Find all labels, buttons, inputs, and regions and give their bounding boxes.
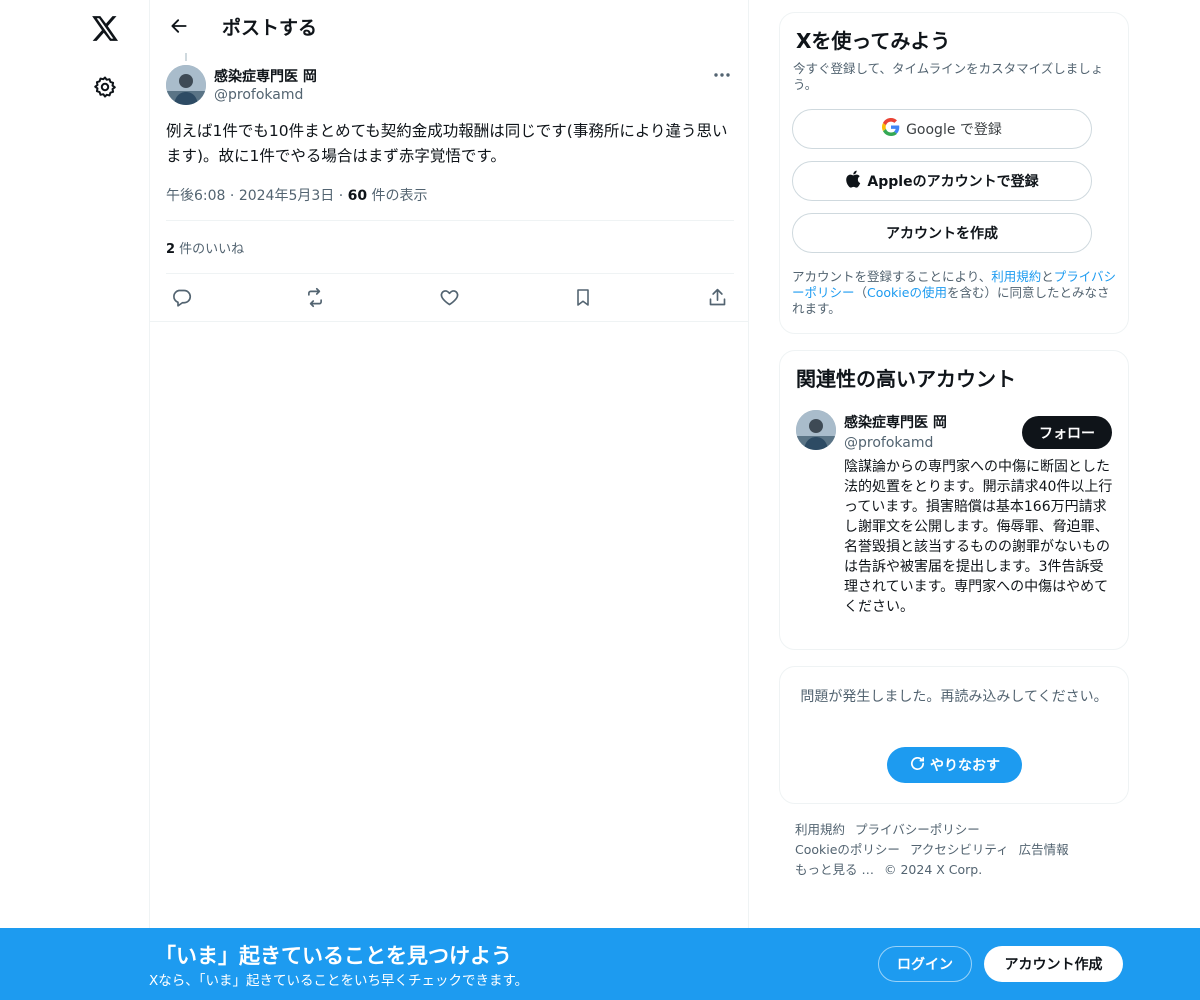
signup-button[interactable]: アカウント作成 xyxy=(984,946,1123,982)
footer-link[interactable]: Cookieのポリシー xyxy=(795,842,900,857)
avatar[interactable] xyxy=(166,65,206,105)
like-suffix: 件のいいね xyxy=(175,242,245,257)
reply-icon[interactable] xyxy=(168,284,194,310)
meta-separator: · xyxy=(338,188,348,204)
post-meta: 午後6:08 · 2024年5月3日 · 60 件の表示 xyxy=(166,185,428,205)
related-account-handle[interactable]: @profokamd xyxy=(844,435,933,451)
legal-and: と xyxy=(1041,269,1054,284)
login-button[interactable]: ログイン xyxy=(878,946,972,982)
signup-card: Xを使ってみよう 今すぐ登録して、タイムラインをカスタマイズしましょう。 Goo… xyxy=(779,12,1129,334)
bottom-signup-bar: 「いま」起きていることを見つけよう Xなら、「いま」起きていることをいち早くチェ… xyxy=(0,928,1200,1000)
signup-subtitle: 今すぐ登録して、タイムラインをカスタマイズしましょう。 xyxy=(793,61,1104,92)
author-name[interactable]: 感染症専門医 岡 xyxy=(214,66,317,86)
post-time[interactable]: 午後6:08 xyxy=(166,188,225,204)
view-count: 60 xyxy=(347,188,368,204)
post-date[interactable]: 2024年5月3日 xyxy=(239,188,334,204)
copyright: © 2024 X Corp. xyxy=(883,862,983,877)
footer-link[interactable]: もっと見る … xyxy=(795,862,874,877)
footer-link[interactable]: 広告情報 xyxy=(1019,842,1069,857)
legal-notice: アカウントを登録することにより、利用規約とプライバシーポリシー（Cookieの使… xyxy=(792,269,1120,317)
footer-links: 利用規約 プライバシーポリシー Cookieのポリシー アクセシビリティ 広告情報 も… xyxy=(795,820,1125,880)
share-icon[interactable] xyxy=(704,284,730,310)
error-card: 問題が発生しました。再読み込みしてください。 やりなおす xyxy=(779,666,1129,804)
footer-link[interactable]: 利用規約 xyxy=(795,822,845,837)
post-text: 例えば1件でも10件まとめても契約金成功報酬は同じです(事務所により違う思います… xyxy=(166,122,728,165)
apple-icon xyxy=(845,170,861,192)
footer-link[interactable]: プライバシーポリシー xyxy=(855,822,980,837)
divider xyxy=(166,220,734,221)
create-account-label: アカウントを作成 xyxy=(886,226,998,242)
likes-row[interactable]: 2 件のいいね xyxy=(166,238,244,257)
bar-subtitle: Xなら、「いま」起きていることをいち早くチェックできます。 xyxy=(149,973,529,989)
signup-title: Xを使ってみよう xyxy=(796,29,951,53)
bookmark-icon[interactable] xyxy=(570,284,596,310)
cookie-link[interactable]: Cookieの使用 xyxy=(867,285,947,300)
google-icon xyxy=(882,118,900,140)
arrow-left-icon[interactable] xyxy=(162,9,196,43)
apple-signup-button[interactable]: Appleのアカウントで登録 xyxy=(792,161,1092,201)
related-account-bio: 陰謀論からの専門家への中傷に断固とした法的処置をとります。開示請求40件以上行っ… xyxy=(844,459,1113,615)
more-options-icon[interactable] xyxy=(708,64,736,86)
follow-button[interactable]: フォロー xyxy=(1022,416,1112,449)
related-accounts-card: 関連性の高いアカウント 感染症専門医 岡 @profokamd フォロー 陰謀論… xyxy=(779,350,1129,650)
terms-link[interactable]: 利用規約 xyxy=(991,269,1041,284)
like-icon[interactable] xyxy=(436,284,462,310)
google-signup-button[interactable]: Google で登録 xyxy=(792,109,1092,149)
footer-link[interactable]: アクセシビリティ xyxy=(910,842,1009,857)
refresh-icon xyxy=(909,755,926,776)
divider xyxy=(166,273,734,274)
thread-connector xyxy=(185,53,187,61)
repost-icon[interactable] xyxy=(302,284,328,310)
related-account-name[interactable]: 感染症専門医 岡 xyxy=(844,412,947,432)
page-header: ポストする xyxy=(150,0,749,53)
page-title: ポストする xyxy=(222,17,318,39)
view-suffix: 件の表示 xyxy=(367,188,428,204)
left-navigation xyxy=(0,0,150,1000)
create-account-button[interactable]: アカウントを作成 xyxy=(792,213,1092,253)
main-column: ポストする 感染症専門医 岡 @profokamd 例えば1件でも10件まとめて… xyxy=(150,0,749,1000)
error-message: 問題が発生しました。再読み込みしてください。 xyxy=(800,689,1108,705)
like-count: 2 xyxy=(166,242,176,257)
bar-title: 「いま」起きていることを見つけよう xyxy=(155,944,512,968)
related-title: 関連性の高いアカウント xyxy=(796,367,1016,391)
legal-prefix: アカウントを登録することにより、 xyxy=(792,269,992,284)
x-logo-icon[interactable] xyxy=(87,10,123,46)
retry-button[interactable]: やりなおす xyxy=(887,747,1022,783)
divider xyxy=(150,321,749,322)
google-signup-label: Google で登録 xyxy=(906,122,1002,138)
retry-label: やりなおす xyxy=(930,758,1000,774)
avatar[interactable] xyxy=(796,410,836,450)
author-handle[interactable]: @profokamd xyxy=(214,87,303,103)
gear-icon[interactable] xyxy=(87,69,123,105)
legal-paren: （ xyxy=(854,285,868,300)
apple-signup-label: Appleのアカウントで登録 xyxy=(867,174,1039,190)
meta-separator: · xyxy=(229,188,239,204)
